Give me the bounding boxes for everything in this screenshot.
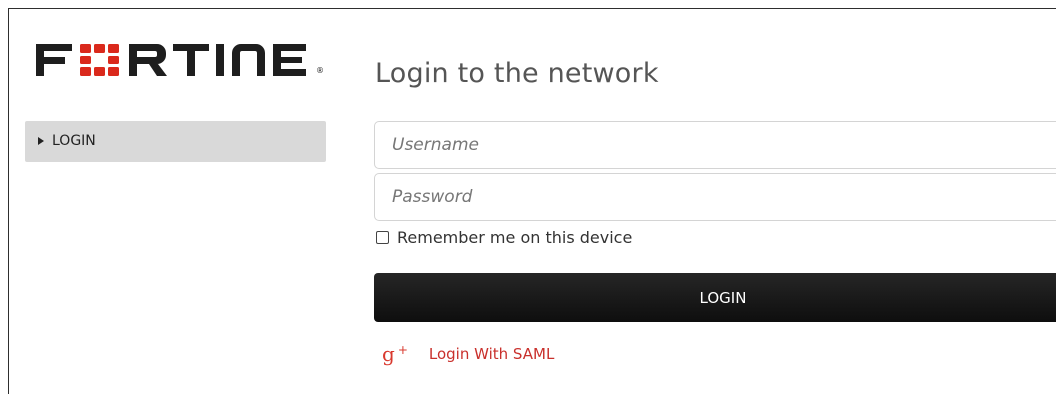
sidebar-item-label: LOGIN bbox=[52, 132, 96, 149]
login-button[interactable]: LOGIN bbox=[374, 273, 1056, 322]
google-plus-sign: + bbox=[397, 343, 408, 357]
password-input[interactable] bbox=[374, 173, 1056, 221]
remember-me-checkbox[interactable] bbox=[376, 231, 389, 244]
username-input[interactable] bbox=[374, 121, 1056, 169]
google-plus-icon: g bbox=[382, 342, 395, 366]
sidebar-item-login[interactable]: LOGIN bbox=[25, 121, 326, 162]
fortinet-logo bbox=[36, 40, 326, 80]
saml-login-link[interactable]: g + Login With SAML bbox=[382, 342, 555, 366]
page-title: Login to the network bbox=[375, 58, 659, 89]
registered-mark: ® bbox=[316, 66, 324, 75]
saml-link-label: Login With SAML bbox=[428, 345, 555, 363]
remember-me-label: Remember me on this device bbox=[397, 228, 633, 247]
caret-right-icon bbox=[38, 136, 44, 145]
remember-me[interactable]: Remember me on this device bbox=[376, 228, 632, 247]
